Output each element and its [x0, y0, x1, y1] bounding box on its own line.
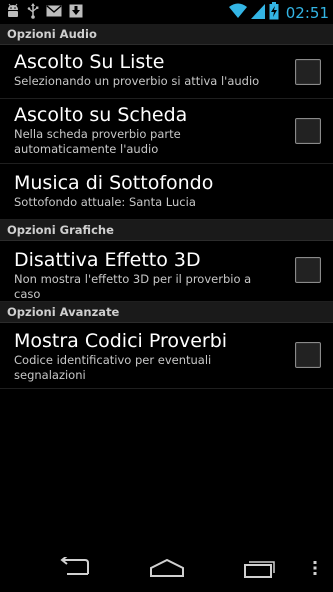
usb-icon — [27, 3, 39, 19]
pref-ascolto-su-scheda[interactable]: Ascolto su Scheda Nella scheda proverbio… — [0, 99, 333, 164]
category-audio-header: Opzioni Audio — [0, 24, 333, 45]
pref-summary: Nella scheda proverbio parte automaticam… — [14, 127, 181, 156]
pref-summary: Non mostra l'effetto 3D per il proverbio… — [14, 272, 252, 301]
recents-icon — [243, 557, 277, 583]
pref-mostra-codici-proverbi[interactable]: Mostra Codici Proverbi Codice identifica… — [0, 323, 333, 389]
overflow-menu-button[interactable] — [308, 558, 322, 582]
pref-title: Mostra Codici Proverbi — [14, 330, 228, 352]
ascolto-su-liste-checkbox[interactable] — [295, 59, 321, 85]
mostra-codici-proverbi-checkbox[interactable] — [295, 342, 321, 368]
recents-button[interactable] — [238, 558, 282, 582]
ascolto-su-scheda-checkbox[interactable] — [295, 118, 321, 144]
system-icons: 02:51 — [228, 2, 329, 24]
disattiva-effetto-3d-checkbox[interactable] — [295, 257, 321, 283]
home-button[interactable] — [145, 558, 189, 582]
overflow-menu-icon — [313, 560, 317, 580]
pref-title: Ascolto Su Liste — [14, 51, 165, 73]
pref-title: Musica di Sottofondo — [14, 172, 214, 194]
pref-summary: Sottofondo attuale: Santa Lucia — [14, 195, 196, 209]
status-bar: 02:51 — [0, 0, 333, 24]
category-advanced-header: Opzioni Avanzate — [0, 302, 333, 323]
back-icon — [57, 555, 91, 583]
wifi-icon — [228, 3, 247, 23]
notification-icons — [6, 3, 83, 19]
clock: 02:51 — [285, 4, 329, 22]
download-icon — [69, 4, 83, 18]
pref-ascolto-su-liste[interactable]: Ascolto Su Liste Selezionando un proverb… — [0, 45, 333, 99]
pref-summary: Codice identificativo per eventuali segn… — [14, 353, 212, 382]
pref-musica-di-sottofondo[interactable]: Musica di Sottofondo Sottofondo attuale:… — [0, 164, 333, 220]
battery-charging-icon — [269, 2, 279, 24]
back-button[interactable] — [52, 555, 96, 583]
preferences-list: Opzioni Audio Ascolto Su Liste Seleziona… — [0, 24, 333, 389]
pref-disattiva-effetto-3d[interactable]: Disattiva Effetto 3D Non mostra l'effett… — [0, 241, 333, 302]
navigation-bar — [0, 548, 333, 592]
category-graphics-header: Opzioni Grafiche — [0, 220, 333, 241]
android-debug-icon — [6, 3, 20, 19]
gmail-icon — [46, 5, 62, 17]
signal-icon — [250, 3, 265, 23]
home-icon — [149, 558, 185, 582]
pref-title: Ascolto su Scheda — [14, 104, 188, 126]
pref-summary: Selezionando un proverbio si attiva l'au… — [14, 74, 260, 88]
pref-title: Disattiva Effetto 3D — [14, 249, 201, 271]
